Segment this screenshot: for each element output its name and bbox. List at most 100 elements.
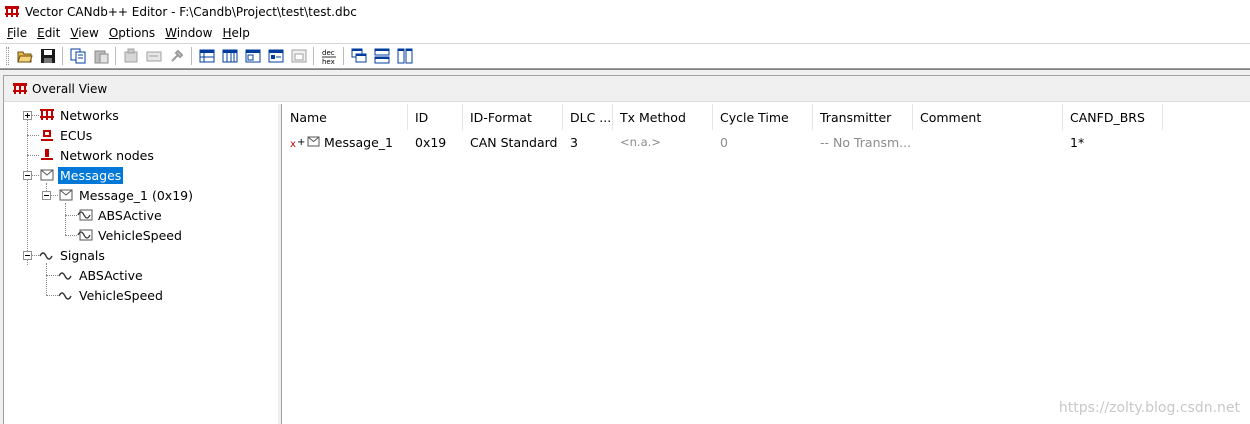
tools-icon [170,49,183,62]
envelope-icon [58,187,74,203]
toolbar: dec hex [0,43,1250,69]
menu-view[interactable]: View [65,23,103,43]
cell-canfd-brs: 1* [1070,134,1085,150]
tree-connector [65,215,77,216]
toolbar-separator [62,47,63,65]
dec-hex-button[interactable]: dec hex [317,45,340,67]
ecu-icon [39,127,55,143]
column-header-cycle-time[interactable]: Cycle Time [713,104,813,130]
list-button[interactable] [264,45,287,67]
pane-splitter[interactable] [278,104,282,424]
tree-item-message-1[interactable]: Message_1 (0x19) [58,185,195,205]
svg-text:x: x [290,139,296,149]
signals-expander[interactable] [23,251,32,260]
grid-icon [222,49,237,63]
message-signal-icon [77,227,93,243]
messages-expander[interactable] [23,171,32,180]
column-header-dlc[interactable]: DLC ... [563,104,613,130]
tree-item-ecus[interactable]: ECUs [39,125,94,145]
tree-label: Networks [60,107,119,123]
tile-vertical-button[interactable] [393,45,416,67]
signal-wave-icon [58,267,74,283]
candb-app-icon [5,5,19,17]
tree-item-messages[interactable]: Messages [39,165,124,185]
properties-button[interactable] [119,45,142,67]
toolbar-grip[interactable] [6,47,9,65]
cell-dlc: 3 [570,134,578,150]
networks-expander[interactable] [23,111,32,120]
window-title: Vector CANdb++ Editor - F:\Candb\Project… [25,4,357,19]
signal-wave-icon [58,287,74,303]
column-header-id-format[interactable]: ID-Format [463,104,563,130]
overall-view-icon [13,82,27,94]
grid-button[interactable] [218,45,241,67]
columns-button[interactable] [241,45,264,67]
tile-horizontal-icon [374,48,389,64]
svg-text:dec: dec [322,49,335,57]
table-view-button[interactable] [195,45,218,67]
edit-icon [146,51,161,62]
tree-item-signal-absactive[interactable]: ABSActive [58,265,145,285]
menu-window[interactable]: Window [160,23,217,43]
paste-icon [94,50,108,64]
column-header-comment[interactable]: Comment [913,104,1063,130]
tree-item-signal-vehiclespeed[interactable]: VehicleSpeed [58,285,165,305]
svg-text:hex: hex [322,58,335,65]
message-tx-icon: x + [290,136,320,149]
cell-tx-method: <n.a.> [620,135,661,149]
mdi-client-area: Overall View Networks ECUs Network nodes… [0,69,1250,424]
menu-edit[interactable]: Edit [32,23,65,43]
column-header-tx-method[interactable]: Tx Method [613,104,713,130]
tree-item-message-signal-absactive[interactable]: ABSActive [77,205,164,225]
copy-icon [70,48,85,64]
tree-label: VehicleSpeed [79,287,163,303]
overall-view-titlebar[interactable]: Overall View [4,76,1250,102]
save-icon [40,49,55,63]
tree-connector [27,155,39,156]
tree-label: ECUs [60,127,93,143]
copy-button[interactable] [66,45,89,67]
tile-vertical-icon [397,48,412,64]
column-header-transmitter[interactable]: Transmitter [813,104,913,130]
envelope-icon [39,167,55,183]
tree-item-network-nodes[interactable]: Network nodes [39,145,156,165]
cell-id: 0x19 [415,134,447,150]
tree-connector [46,295,58,296]
tree-item-message-signal-vehiclespeed[interactable]: VehicleSpeed [77,225,184,245]
tree-item-signals[interactable]: Signals [39,245,107,265]
menu-options[interactable]: Options [104,23,160,43]
cascade-icon [351,48,366,63]
open-button[interactable] [13,45,36,67]
column-header-id[interactable]: ID [408,104,463,130]
cascade-button[interactable] [347,45,370,67]
overall-view-window: Overall View Networks ECUs Network nodes… [3,75,1250,424]
tools-button[interactable] [165,45,188,67]
list-icon [268,49,283,63]
edit-button[interactable] [142,45,165,67]
message-1-expander[interactable] [42,191,51,200]
table-view-icon [199,49,214,63]
watermark: https://zolty.blog.csdn.net [1058,400,1240,416]
message-list-pane: Name ID ID-Format DLC ... Tx Method Cycl… [283,104,1250,424]
paste-button[interactable] [89,45,112,67]
menu-file[interactable]: File [2,23,32,43]
network-icon [39,107,55,123]
print-button[interactable] [287,45,310,67]
column-header-canfd-brs[interactable]: CANFD_BRS [1063,104,1163,130]
tree-connector [31,255,39,256]
menu-help[interactable]: Help [217,23,254,43]
column-header-name[interactable]: Name [283,104,408,130]
title-bar: Vector CANdb++ Editor - F:\Candb\Project… [0,0,1250,23]
tree-pane: Networks ECUs Network nodes Messages Mes… [10,105,278,424]
open-folder-icon [16,51,33,63]
properties-icon [124,48,137,63]
cell-name: x + Message_1 [290,134,393,150]
table-row[interactable]: x + Message_1 0x19 CAN Standard 3 <n.a.>… [283,132,1250,152]
toolbar-separator [115,47,116,65]
save-button[interactable] [36,45,59,67]
menu-bar: File Edit View Options Window Help [0,23,1250,43]
tile-horizontal-button[interactable] [370,45,393,67]
cell-comment [913,132,1063,152]
tree-item-networks[interactable]: Networks [39,105,121,125]
tree-connector [27,135,39,136]
